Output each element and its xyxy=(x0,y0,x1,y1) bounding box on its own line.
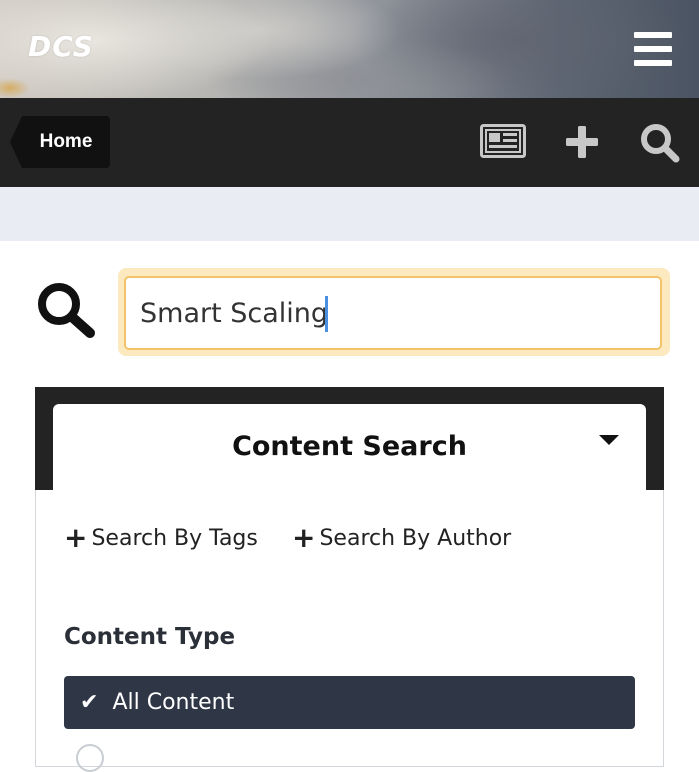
content-search-toggle[interactable]: Content Search xyxy=(53,404,646,504)
search-by-author-link[interactable]: + Search By Author xyxy=(292,522,511,554)
banner-decoration xyxy=(0,78,30,98)
radio-button[interactable] xyxy=(76,744,104,772)
text-caret xyxy=(325,296,328,332)
breadcrumb-home[interactable]: Home xyxy=(10,116,110,168)
plus-icon: + xyxy=(64,521,88,554)
check-icon: ✔ xyxy=(80,690,99,715)
page-spacer xyxy=(0,187,699,241)
search-input[interactable] xyxy=(124,276,662,350)
search-icon xyxy=(34,280,98,340)
search-by-tags-link[interactable]: + Search By Tags xyxy=(64,522,258,554)
search-by-tags-label: Search By Tags xyxy=(91,525,258,551)
search-by-author-label: Search By Author xyxy=(319,525,512,551)
site-logo[interactable]: DCS xyxy=(28,30,94,63)
content-type-option-label: All Content xyxy=(112,690,235,715)
search-icon[interactable] xyxy=(640,123,680,168)
plus-icon: + xyxy=(292,521,316,554)
plus-icon[interactable] xyxy=(565,125,599,164)
content-type-option-all[interactable]: ✔ All Content xyxy=(64,676,635,729)
nav-bar: Home xyxy=(0,98,699,187)
site-banner: DCS xyxy=(0,0,699,98)
newspaper-icon[interactable] xyxy=(480,124,526,163)
caret-down-icon[interactable] xyxy=(599,435,619,445)
hamburger-menu-icon[interactable] xyxy=(634,32,672,66)
panel-title: Content Search xyxy=(232,431,467,462)
content-type-heading: Content Type xyxy=(64,624,236,650)
